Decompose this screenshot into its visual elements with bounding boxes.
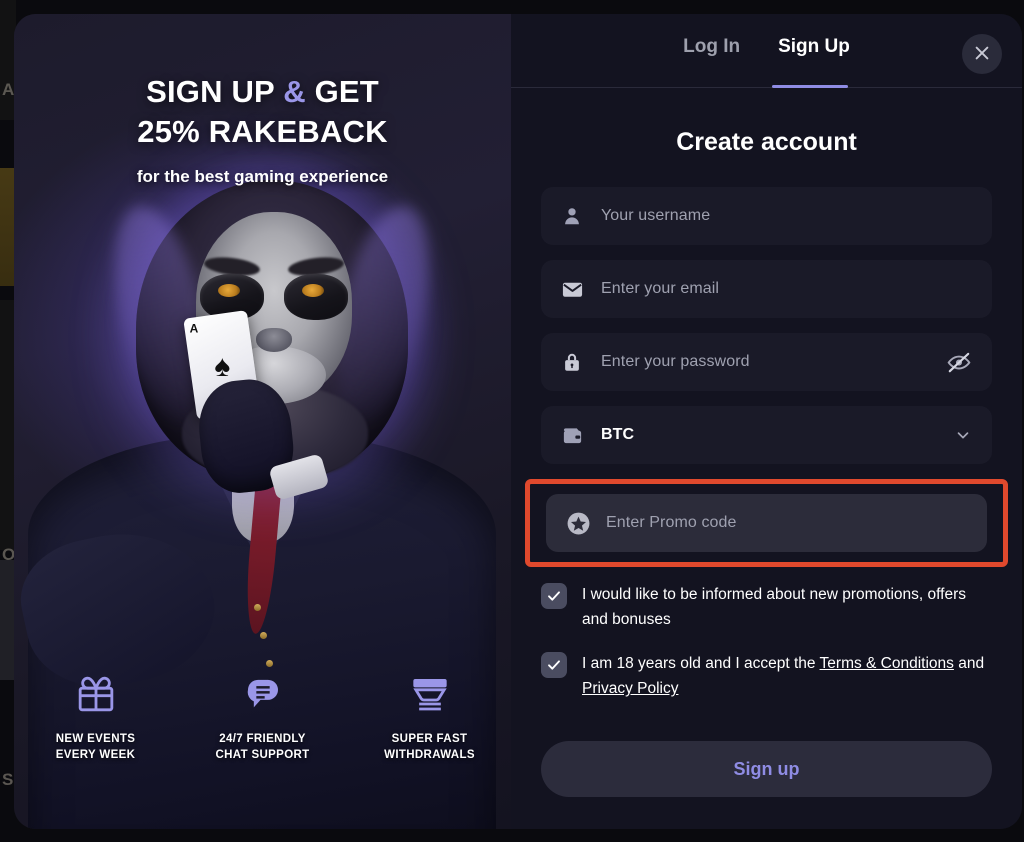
feature-fast-withdrawals: SUPER FAST WITHDRAWALS bbox=[374, 671, 485, 763]
consent-checkboxes: I would like to be informed about new pr… bbox=[541, 582, 992, 701]
marketing-consent-label: I would like to be informed about new pr… bbox=[582, 586, 966, 629]
feature-chat-support: 24/7 FRIENDLY CHAT SUPPORT bbox=[207, 671, 318, 763]
feature-label: 24/7 FRIENDLY CHAT SUPPORT bbox=[215, 732, 310, 761]
age-terms-text-before: I am 18 years old and I accept the bbox=[582, 655, 820, 673]
currency-select[interactable]: BTC bbox=[541, 406, 992, 464]
lion-button bbox=[266, 660, 273, 667]
chevron-down-icon[interactable] bbox=[954, 426, 972, 444]
email-placeholder: Enter your email bbox=[601, 280, 720, 297]
feature-label: SUPER FAST WITHDRAWALS bbox=[384, 732, 475, 761]
promo-panel: SIGN UP & GET 25% RAKEBACK for the best … bbox=[14, 14, 511, 829]
card-suit-icon: ♠ bbox=[214, 350, 231, 384]
chat-bubble-icon bbox=[207, 671, 318, 717]
lock-icon bbox=[561, 351, 587, 373]
age-terms-consent-label: I am 18 years old and I accept the Terms… bbox=[582, 651, 992, 701]
feature-list: NEW EVENTS EVERY WEEK 24/7 FRIENDLY CHAT… bbox=[14, 671, 511, 763]
promo-headline-ampersand: & bbox=[283, 74, 306, 109]
promo-headline-line2: 25% RAKEBACK bbox=[137, 114, 388, 150]
close-button[interactable] bbox=[962, 34, 1002, 74]
user-icon bbox=[561, 205, 587, 227]
sign-up-submit-button[interactable]: Sign up bbox=[541, 741, 992, 798]
background-letter-s: S bbox=[2, 770, 14, 789]
promo-subheadline: for the best gaming experience bbox=[136, 166, 389, 186]
eye-off-icon[interactable] bbox=[946, 349, 972, 375]
gift-icon bbox=[40, 671, 151, 717]
star-icon bbox=[566, 511, 592, 536]
privacy-policy-link[interactable]: Privacy Policy bbox=[582, 680, 678, 697]
feature-new-events: NEW EVENTS EVERY WEEK bbox=[40, 671, 151, 763]
lion-sunglasses-lens bbox=[284, 274, 348, 320]
age-terms-consent-checkbox[interactable] bbox=[541, 652, 567, 679]
close-icon bbox=[972, 43, 992, 66]
lion-nose bbox=[256, 328, 292, 352]
password-field[interactable]: Enter your password bbox=[541, 333, 992, 391]
marketing-consent-checkbox[interactable] bbox=[541, 583, 567, 609]
signup-form-panel: Log In Sign Up Create account Your usern… bbox=[511, 14, 1022, 829]
age-terms-consent-row: I am 18 years old and I accept the Terms… bbox=[541, 651, 992, 701]
currency-value: BTC bbox=[601, 426, 635, 443]
promo-headline: SIGN UP & GET 25% RAKEBACK bbox=[14, 72, 511, 153]
terms-and-conditions-link[interactable]: Terms & Conditions bbox=[820, 655, 954, 672]
promo-headline-part2: GET bbox=[305, 74, 379, 109]
tab-active-underline bbox=[771, 85, 848, 88]
tab-sign-up[interactable]: Sign Up bbox=[778, 36, 850, 85]
lion-eye bbox=[218, 284, 240, 297]
signup-modal: SIGN UP & GET 25% RAKEBACK for the best … bbox=[14, 14, 1022, 829]
promo-headline-part1: SIGN UP bbox=[146, 74, 284, 109]
age-terms-text-middle: and bbox=[953, 655, 985, 673]
card-rank: A bbox=[189, 321, 199, 336]
username-placeholder: Your username bbox=[601, 207, 711, 224]
promo-code-placeholder: Enter Promo code bbox=[606, 514, 737, 531]
envelope-icon bbox=[561, 278, 587, 301]
feature-label: NEW EVENTS EVERY WEEK bbox=[55, 732, 136, 761]
withdrawal-icon bbox=[374, 671, 485, 717]
password-placeholder: Enter your password bbox=[601, 353, 750, 370]
background-gold-block bbox=[0, 168, 14, 286]
wallet-icon bbox=[561, 424, 587, 447]
lion-button bbox=[254, 604, 261, 611]
lion-button bbox=[260, 632, 267, 639]
promo-code-highlight: Enter Promo code bbox=[525, 479, 1008, 567]
marketing-consent-row: I would like to be informed about new pr… bbox=[541, 582, 992, 632]
background-letter-a: A bbox=[2, 80, 15, 99]
email-field[interactable]: Enter your email bbox=[541, 260, 992, 318]
promo-code-field[interactable]: Enter Promo code bbox=[546, 494, 987, 552]
tab-log-in[interactable]: Log In bbox=[683, 36, 740, 85]
lion-eye bbox=[302, 284, 324, 297]
form-title: Create account bbox=[676, 128, 857, 156]
background-grey-block bbox=[0, 560, 14, 680]
promo-header: SIGN UP & GET 25% RAKEBACK for the best … bbox=[14, 14, 511, 187]
tab-divider bbox=[511, 87, 1022, 88]
screen: A O S SIGN UP & GET 25% RAKEBACK for the… bbox=[0, 0, 1024, 842]
auth-tabs: Log In Sign Up bbox=[511, 14, 1022, 88]
username-field[interactable]: Your username bbox=[541, 187, 992, 245]
